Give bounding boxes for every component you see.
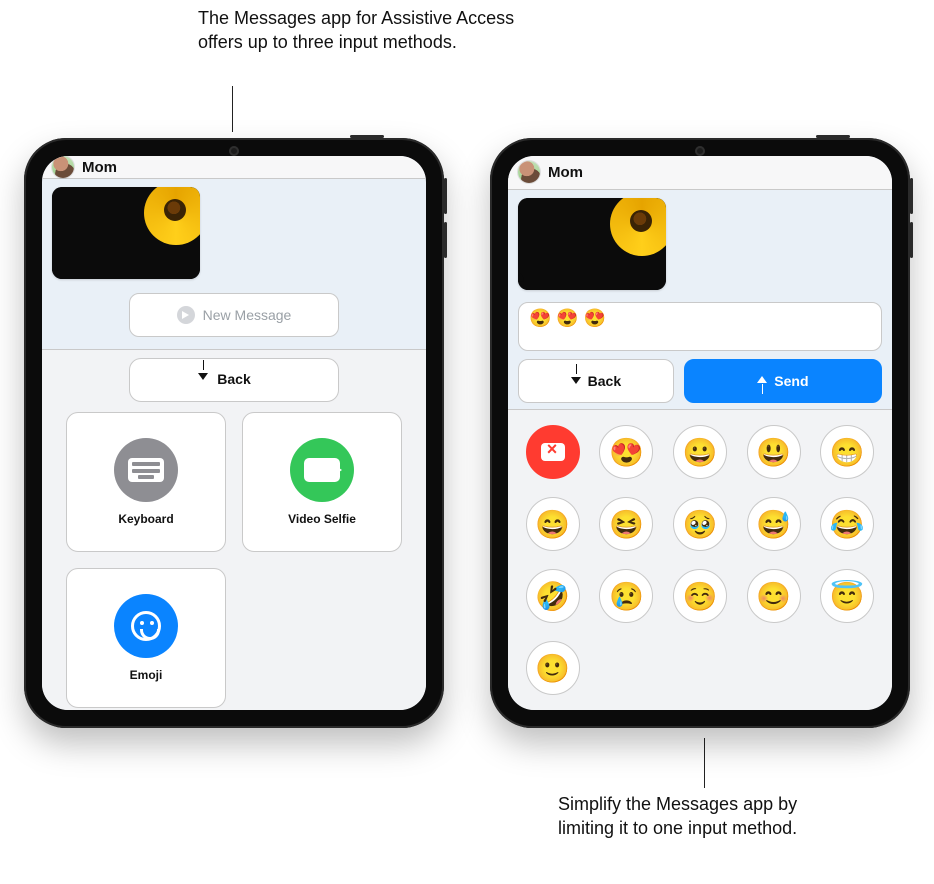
conversation-header: Mom	[42, 156, 426, 179]
emoji-icon	[114, 594, 178, 658]
front-camera	[229, 146, 239, 156]
ipad-left: Mom New Message Back	[24, 138, 444, 728]
arrow-down-icon	[571, 373, 582, 389]
input-tiles: Keyboard Video Selfie Emoji	[66, 412, 402, 708]
ipad-right: Mom 😍 😍 😍 Back Send	[490, 138, 910, 728]
emoji-key[interactable]: 😢	[599, 569, 653, 623]
emoji-key[interactable]: 😃	[747, 425, 801, 479]
chat-area: New Message	[42, 179, 426, 349]
chat-area	[508, 190, 892, 294]
new-message-label: New Message	[203, 307, 292, 323]
tile-emoji[interactable]: Emoji	[66, 568, 226, 708]
conversation-header: Mom	[508, 156, 892, 190]
emoji-key[interactable]: 😆	[599, 497, 653, 551]
back-label: Back	[588, 373, 621, 389]
emoji-key[interactable]: 🤣	[526, 569, 580, 623]
leader-line-bottom	[704, 738, 705, 788]
delete-button[interactable]	[526, 425, 580, 479]
emoji-key[interactable]: 😁	[820, 425, 874, 479]
emoji-key[interactable]: ☺️	[673, 569, 727, 623]
screen-left: Mom New Message Back	[42, 156, 426, 710]
emoji-key[interactable]: 😇	[820, 569, 874, 623]
received-photo-message[interactable]	[52, 187, 200, 279]
callout-top: The Messages app for Assistive Access of…	[198, 6, 518, 55]
leader-line-top	[232, 86, 233, 132]
video-icon	[290, 438, 354, 502]
front-camera	[695, 146, 705, 156]
delete-icon	[541, 443, 565, 461]
contact-name: Mom	[82, 159, 117, 176]
received-photo-message[interactable]	[518, 198, 666, 290]
back-button[interactable]: Back	[129, 358, 339, 402]
compose-actions: Back Send	[508, 359, 892, 409]
tile-keyboard-label: Keyboard	[118, 512, 173, 526]
send-label: Send	[774, 373, 808, 389]
emoji-key[interactable]: 😍	[599, 425, 653, 479]
emoji-key[interactable]: 😂	[820, 497, 874, 551]
callout-bottom: Simplify the Messages app by limiting it…	[558, 792, 858, 841]
tile-video-selfie[interactable]: Video Selfie	[242, 412, 402, 552]
back-label: Back	[130, 371, 338, 387]
tile-keyboard[interactable]: Keyboard	[66, 412, 226, 552]
keyboard-icon	[114, 438, 178, 502]
emoji-grid: 😍 😀 😃 😁 😄 😆 🥹 😅 😂 🤣 😢 ☺️ 😊 😇 🙂	[522, 422, 878, 698]
emoji-key[interactable]: 😀	[673, 425, 727, 479]
emoji-key[interactable]: 😊	[747, 569, 801, 623]
avatar	[52, 156, 74, 178]
emoji-key[interactable]: 🙂	[526, 641, 580, 695]
emoji-key[interactable]: 😄	[526, 497, 580, 551]
avatar	[518, 161, 540, 183]
input-panel: Back Keyboard Video Selfie Emoji	[42, 349, 426, 710]
emoji-key[interactable]: 😅	[747, 497, 801, 551]
figure: The Messages app for Assistive Access of…	[0, 0, 934, 884]
compose-value: 😍 😍 😍	[529, 308, 606, 328]
new-message-field[interactable]: New Message	[129, 293, 339, 337]
tile-emoji-label: Emoji	[130, 668, 163, 682]
emoji-keyboard: 😍 😀 😃 😁 😄 😆 🥹 😅 😂 🤣 😢 ☺️ 😊 😇 🙂	[508, 409, 892, 710]
arrow-up-icon	[757, 373, 768, 389]
contact-name: Mom	[548, 164, 583, 181]
tile-video-selfie-label: Video Selfie	[288, 512, 356, 526]
back-button[interactable]: Back	[518, 359, 674, 403]
send-button[interactable]: Send	[684, 359, 882, 403]
emoji-key[interactable]: 🥹	[673, 497, 727, 551]
screen-right: Mom 😍 😍 😍 Back Send	[508, 156, 892, 710]
compose-icon	[177, 306, 195, 324]
compose-field[interactable]: 😍 😍 😍	[518, 302, 882, 351]
